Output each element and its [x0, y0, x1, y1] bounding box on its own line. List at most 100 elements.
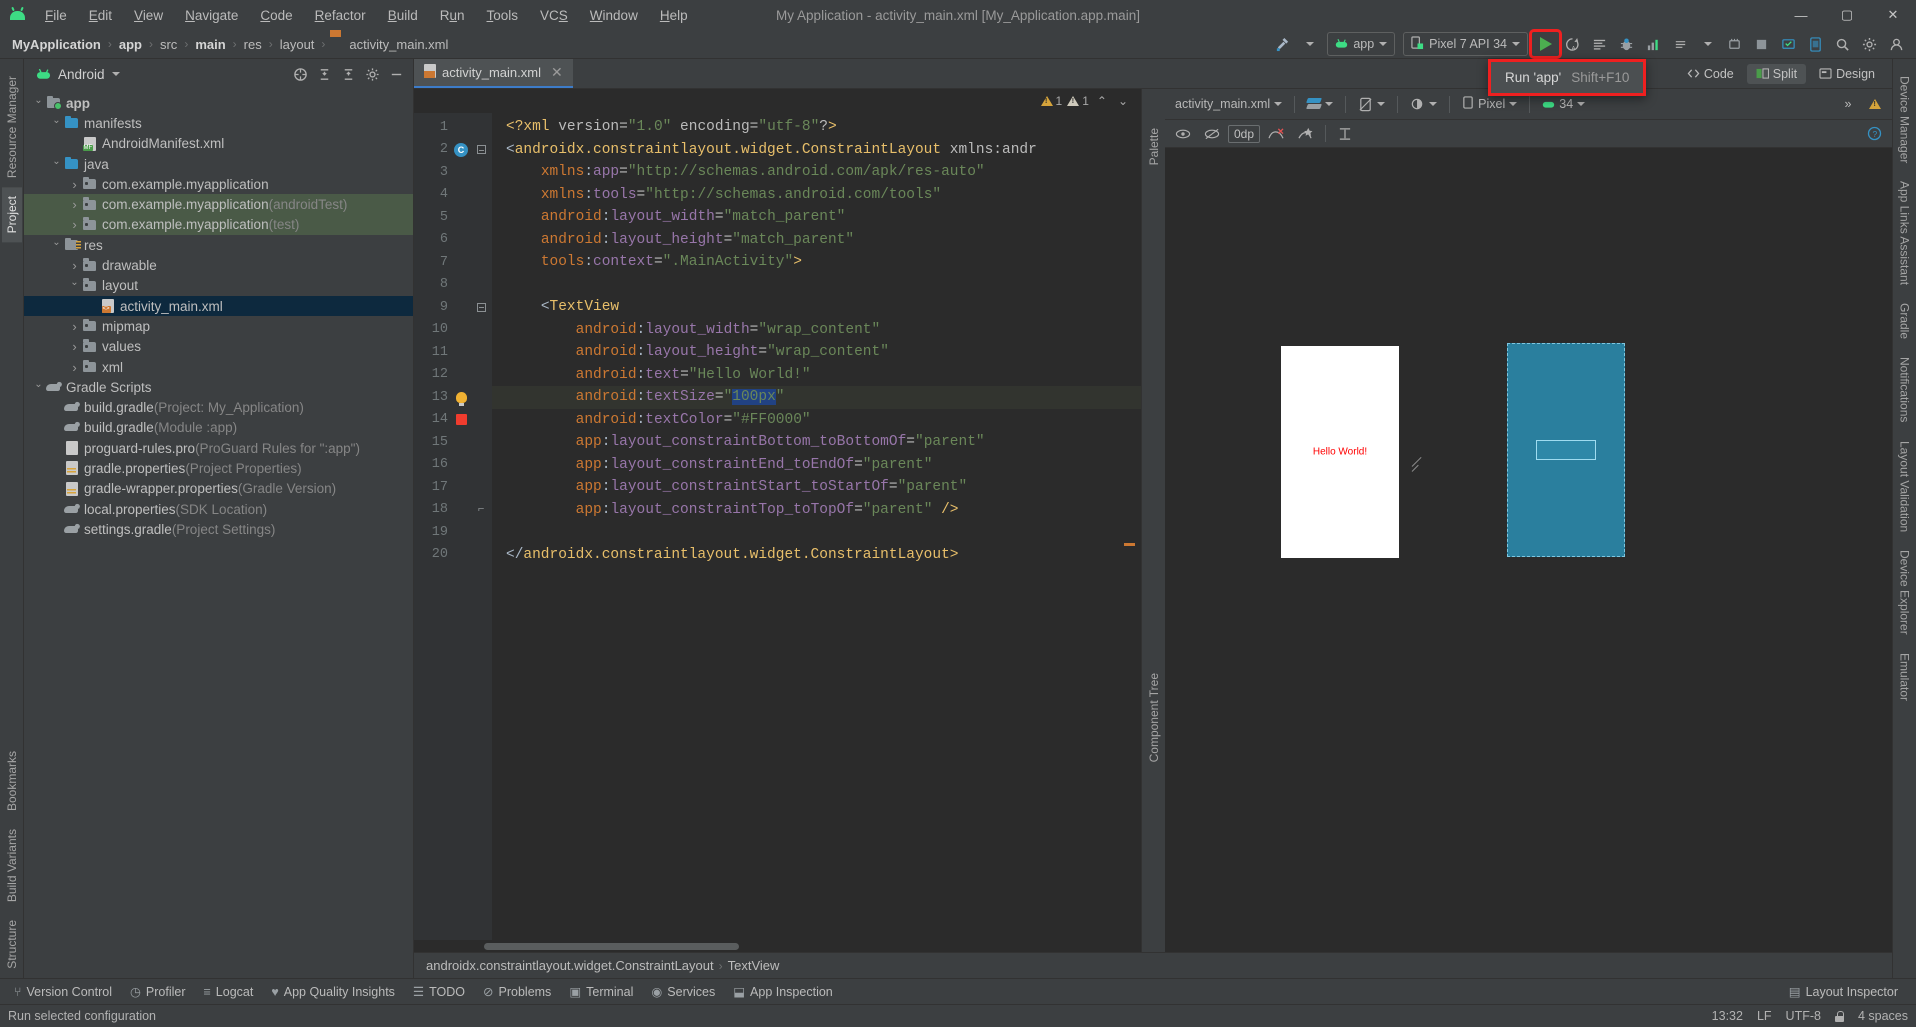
code-line[interactable]: </androidx.constraintlayout.widget.Const… [492, 544, 1141, 567]
preview-canvas[interactable]: Hello World! [1165, 148, 1892, 952]
gutter-marker[interactable] [450, 391, 472, 406]
sidebar-tab-emulator[interactable]: Emulator [1895, 644, 1915, 710]
breadcrumb-item-4[interactable]: res [242, 37, 264, 52]
account-icon[interactable] [1883, 32, 1910, 56]
chevron-down-icon[interactable] [111, 72, 120, 76]
tree-row[interactable]: res [24, 235, 413, 255]
menu-tools[interactable]: Tools [476, 4, 530, 27]
menu-window[interactable]: Window [579, 4, 649, 27]
resize-handle[interactable] [1412, 466, 1425, 479]
gutter-line[interactable]: 12 [414, 364, 492, 387]
rerun-icon[interactable]: A [1559, 32, 1586, 56]
gutter-line[interactable]: 3 [414, 161, 492, 184]
theme-button[interactable] [1405, 93, 1442, 115]
menu-code[interactable]: Code [249, 4, 303, 27]
tree-row[interactable]: layout [24, 276, 413, 296]
sidebar-tab-build-variants[interactable]: Build Variants [2, 820, 22, 911]
breadcrumb-item-5[interactable]: layout [278, 37, 317, 52]
code-line[interactable]: app:layout_constraintStart_toStartOf="pa… [492, 476, 1141, 499]
editor-tab-activity-main[interactable]: activity_main.xml ✕ [414, 59, 573, 88]
code-line[interactable]: android:layout_height="match_parent" [492, 229, 1141, 252]
view-mode-design[interactable]: Design [1810, 64, 1884, 84]
code-line[interactable]: xmlns:tools="http://schemas.android.com/… [492, 184, 1141, 207]
breadcrumb-item-0[interactable]: MyApplication [10, 37, 103, 52]
sidebar-tab-resource-manager[interactable]: Resource Manager [2, 67, 22, 187]
breadcrumb-item-1[interactable]: app [117, 37, 144, 52]
run-with-coverage-icon[interactable] [1586, 32, 1613, 56]
menu-build[interactable]: Build [377, 4, 429, 27]
hide-constraints-icon[interactable] [1199, 123, 1225, 145]
tree-row[interactable]: local.properties (SDK Location) [24, 499, 413, 519]
gutter-line[interactable]: 20 [414, 544, 492, 567]
sidebar-tab-layout-validation[interactable]: Layout Validation [1895, 432, 1915, 541]
view-mode-code[interactable]: Code [1678, 64, 1743, 84]
preview-device-selector[interactable]: Pixel [1457, 93, 1522, 115]
gutter-line[interactable]: 11 [414, 341, 492, 364]
default-margin-value[interactable]: 0dp [1228, 124, 1261, 143]
sidebar-tab-structure[interactable]: Structure [2, 911, 22, 978]
tree-row[interactable]: xml [24, 357, 413, 377]
chevron-down-icon[interactable] [50, 240, 63, 251]
select-opened-file-icon[interactable] [289, 63, 311, 85]
tree-row[interactable]: activity_main.xml [24, 295, 413, 317]
chevron-right-icon[interactable] [68, 360, 81, 375]
chevron-down-icon[interactable] [32, 382, 45, 393]
tree-row[interactable]: gradle-wrapper.properties (Gradle Versio… [24, 479, 413, 499]
class-marker-icon[interactable]: C [454, 142, 468, 157]
tool-window-version-control[interactable]: ⑂ Version Control [6, 982, 120, 1002]
design-surface-blueprint[interactable] [1507, 343, 1625, 557]
tool-window-app-quality-insights[interactable]: ♥ App Quality Insights [263, 982, 403, 1002]
breadcrumb-item-6[interactable]: activity_main.xml [347, 37, 450, 52]
tree-row[interactable]: build.gradle (Module :app) [24, 418, 413, 438]
chevron-right-icon[interactable] [68, 319, 81, 334]
design-surface-mode-button[interactable] [1302, 93, 1338, 115]
tree-row[interactable]: mipmap [24, 316, 413, 336]
code-line[interactable]: android:layout_height="wrap_content" [492, 341, 1141, 364]
orientation-button[interactable] [1353, 93, 1390, 115]
tool-window-logcat[interactable]: ≡ Logcat [196, 982, 262, 1002]
status-indent[interactable]: 4 spaces [1858, 1009, 1908, 1023]
gutter-line[interactable]: 9 [414, 296, 492, 319]
sidebar-tab-notifications[interactable]: Notifications [1895, 348, 1915, 431]
gutter-line[interactable]: 19 [414, 521, 492, 544]
fold-end-icon[interactable]: ⌐ [478, 504, 485, 516]
code-line[interactable]: app:layout_constraintTop_toTopOf="parent… [492, 499, 1141, 522]
code-line[interactable]: tools:context=".MainActivity"> [492, 251, 1141, 274]
code-line[interactable]: <androidx.constraintlayout.widget.Constr… [492, 139, 1141, 162]
expand-all-icon[interactable] [313, 63, 335, 85]
tree-row[interactable]: java [24, 154, 413, 174]
tree-row[interactable]: settings.gradle (Project Settings) [24, 519, 413, 539]
chevron-right-icon[interactable] [68, 177, 81, 192]
fold-region[interactable]: ⌐ [472, 504, 490, 516]
tree-row[interactable]: com.example.myapplication (test) [24, 214, 413, 236]
maximize-button[interactable]: ▢ [1824, 0, 1870, 30]
menu-vcs[interactable]: VCS [529, 4, 579, 27]
tree-row[interactable]: values [24, 337, 413, 357]
component-tree-tab[interactable]: Component Tree [1144, 664, 1164, 771]
clear-constraints-icon[interactable] [1263, 123, 1289, 145]
infer-constraints-icon[interactable] [1292, 123, 1318, 145]
status-encoding[interactable]: UTF-8 [1786, 1009, 1821, 1023]
intention-bulb-icon[interactable] [455, 391, 467, 406]
tree-row[interactable]: com.example.myapplication [24, 174, 413, 194]
gutter-line[interactable]: 14 [414, 409, 492, 432]
menu-navigate[interactable]: Navigate [174, 4, 249, 27]
fold-region[interactable] [472, 145, 490, 155]
sidebar-tab-project[interactable]: Project [1, 187, 22, 243]
minimize-button[interactable]: — [1778, 0, 1824, 30]
sidebar-tab-app-links-assistant[interactable]: App Links Assistant [1895, 172, 1915, 294]
collapse-all-icon[interactable] [337, 63, 359, 85]
breadcrumb-item-3[interactable]: main [193, 37, 227, 52]
build-hammer-icon[interactable] [1269, 32, 1296, 56]
code-text[interactable]: <?xml version="1.0" encoding="utf-8"?> <a… [492, 113, 1141, 940]
dropdown-arrow-icon[interactable] [1694, 32, 1721, 56]
debug-icon[interactable] [1613, 32, 1640, 56]
chevron-down-icon[interactable] [32, 98, 45, 109]
project-view-selector-label[interactable]: Android [58, 67, 105, 82]
profile-icon[interactable] [1640, 32, 1667, 56]
tree-row[interactable]: proguard-rules.pro (ProGuard Rules for "… [24, 438, 413, 458]
code-horizontal-scrollbar[interactable] [414, 940, 1141, 952]
tool-window-services[interactable]: ◉ Services [643, 981, 723, 1002]
breakpoint-icon[interactable] [455, 414, 467, 426]
menu-refactor[interactable]: Refactor [304, 4, 377, 27]
